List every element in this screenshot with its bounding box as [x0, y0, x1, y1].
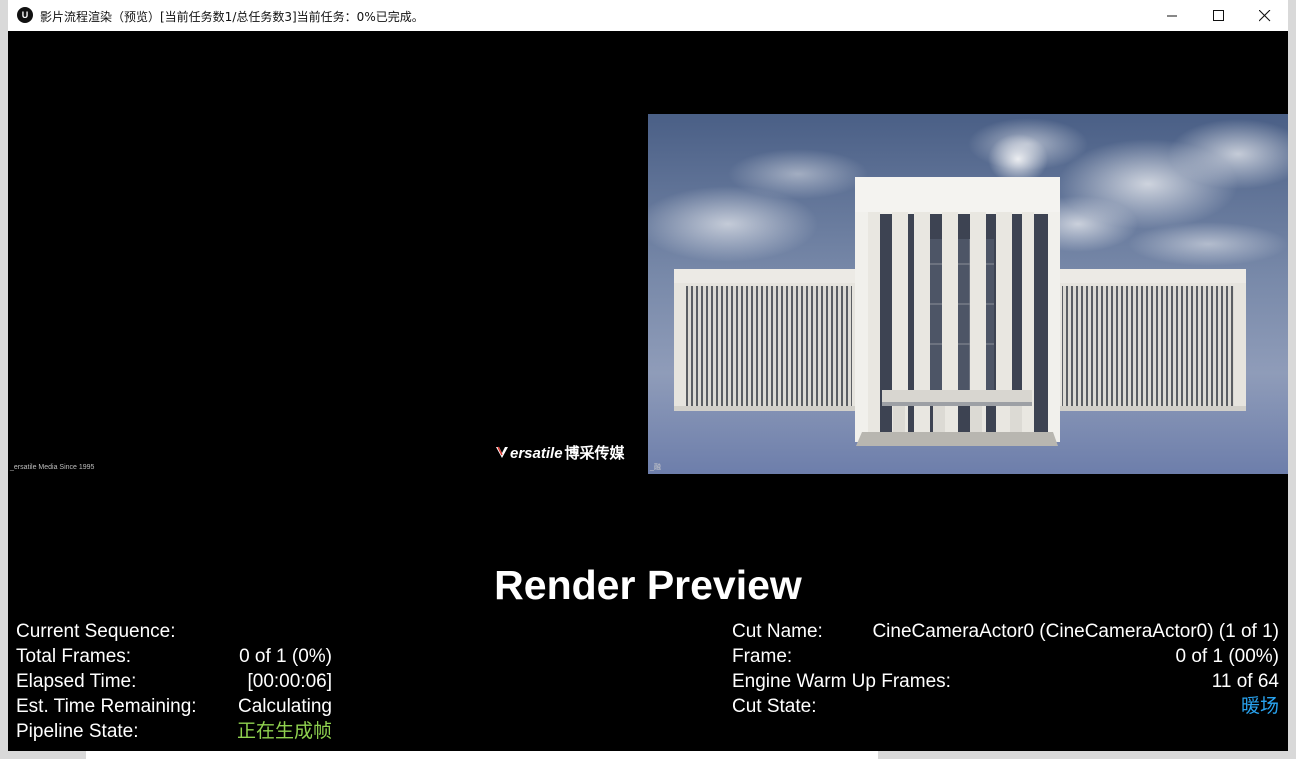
preview-caption: _融 [650, 464, 661, 471]
total-frames-value: 0 of 1 (0%) [239, 646, 332, 667]
total-frames-label: Total Frames: [16, 646, 132, 667]
pipeline-state-label: Pipeline State: [16, 721, 139, 742]
cut-state-label: Cut State: [732, 696, 817, 717]
background-window-strip [86, 751, 878, 759]
engine-warm-up-frames-value: 11 of 64 [1211, 671, 1279, 692]
title-bar: U 影片流程渲染（预览）[当前任务数1/总任务数3]当前任务：0%已完成。 [8, 0, 1288, 31]
unreal-logo-icon: U [17, 7, 33, 23]
minimize-icon [1167, 15, 1177, 17]
left-preview-caption: _ersatile Media Since 1995 [10, 464, 95, 471]
maximize-icon [1213, 10, 1224, 21]
frame-label: Frame: [732, 646, 793, 667]
pipeline-state-value: 正在生成帧 [236, 721, 332, 742]
close-button[interactable] [1242, 0, 1288, 31]
close-icon [1259, 10, 1271, 22]
render-preview-heading: Render Preview [494, 562, 802, 608]
maximize-button[interactable] [1196, 0, 1242, 31]
building-render-image [648, 114, 1288, 474]
est-time-remaining-value: Calculating [238, 696, 332, 717]
cut-name-label: Cut Name: [732, 621, 823, 642]
brand-watermark: ersatile 博采传媒 [495, 442, 625, 463]
engine-warm-up-frames-label: Engine Warm Up Frames: [732, 671, 951, 692]
minimize-button[interactable] [1150, 0, 1196, 31]
render-viewport: _ersatile Media Since 1995 ersatile博采传媒 [8, 31, 1288, 751]
brand-cn: 博采传媒 [564, 445, 625, 462]
est-time-remaining-label: Est. Time Remaining: [16, 696, 197, 717]
elapsed-time-value: [00:00:06] [247, 671, 332, 692]
cut-name-value: CineCameraActor0 (CineCameraActor0) (1 o… [872, 621, 1279, 642]
cut-state-value: 暖场 [1240, 696, 1279, 717]
brand-name: ersatile [510, 445, 563, 462]
current-sequence-label: Current Sequence: [16, 621, 176, 642]
elapsed-time-label: Elapsed Time: [16, 671, 137, 692]
render-preview-image: _融 [648, 114, 1288, 474]
frame-value: 0 of 1 (00%) [1175, 646, 1280, 667]
window-title: 影片流程渲染（预览）[当前任务数1/总任务数3]当前任务：0%已完成。 [40, 10, 424, 24]
brand-v-logo-icon [496, 446, 508, 458]
